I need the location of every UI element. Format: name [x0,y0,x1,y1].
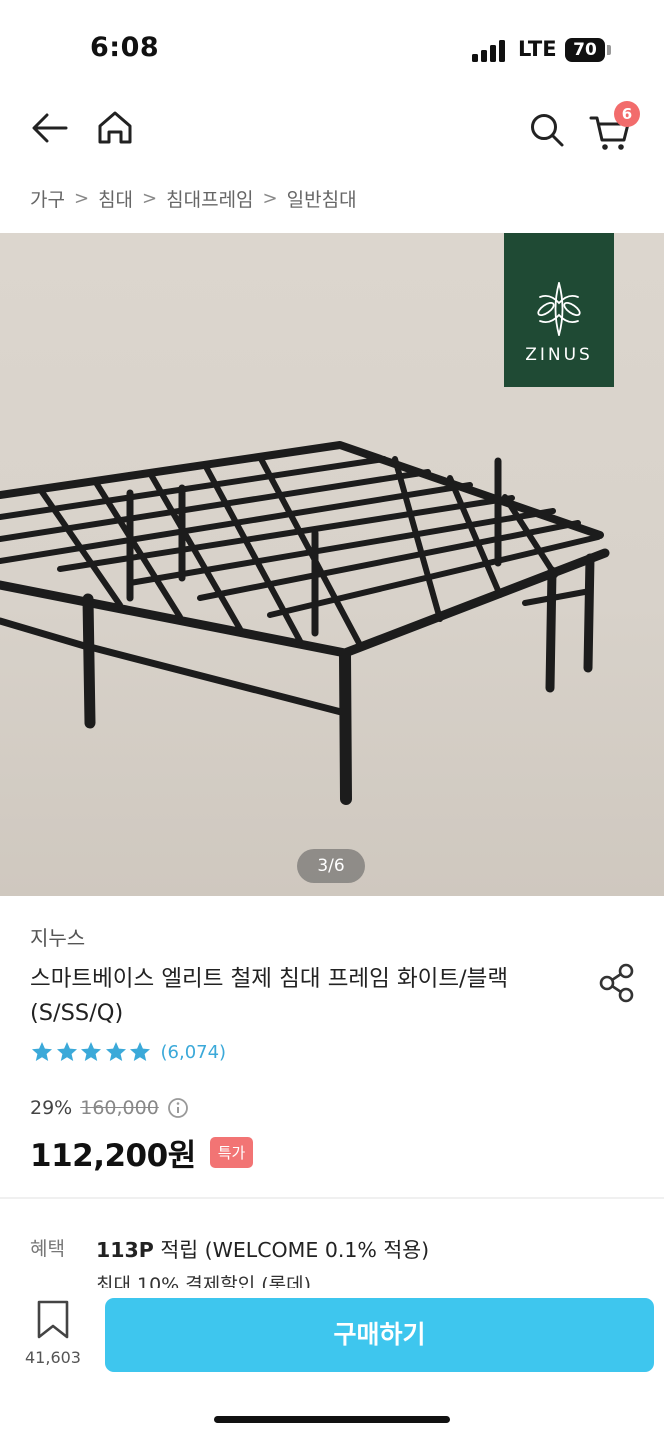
share-icon[interactable] [597,962,637,1004]
battery-tip [607,45,611,55]
star-icon [130,1042,150,1061]
home-icon[interactable] [95,108,135,148]
leaf-logo-icon [537,282,581,336]
star-icon [81,1042,101,1061]
rating-row[interactable]: (6,074) [30,1040,226,1064]
battery-icon: 70 [565,38,605,62]
info-icon[interactable] [167,1097,189,1119]
chevron-right-icon: > [142,188,158,209]
status-time: 6:08 [90,32,160,63]
home-indicator [214,1416,450,1423]
breadcrumb: 가구 > 침대 > 침대프레임 > 일반침대 [30,185,357,212]
signal-icon [472,40,508,62]
price-row: 112,200원 특가 [30,1130,254,1175]
brand-logo: ZINUS [504,233,614,387]
breadcrumb-item-furniture[interactable]: 가구 [30,185,65,212]
product-image-carousel[interactable]: ZINUS 3/6 [0,233,664,896]
card-discount-link[interactable]: 최대 10% 결제할인 (롯데) [96,1270,311,1288]
image-counter: 3/6 [297,849,365,883]
special-deal-badge: 특가 [209,1137,254,1168]
back-arrow-icon[interactable] [30,108,70,148]
discount-rate: 29% [30,1097,73,1119]
breadcrumb-item-bed[interactable]: 침대 [98,185,133,212]
bottom-action-bar: 41,603 구매하기 [0,1288,664,1440]
review-count[interactable]: (6,074) [161,1042,227,1063]
sale-price: 112,200원 [30,1138,196,1174]
section-divider [0,1197,664,1199]
breadcrumb-item-general-bed[interactable]: 일반침대 [287,185,357,212]
star-icon [32,1042,52,1061]
product-title: 스마트베이스 엘리트 철제 침대 프레임 화이트/블랙 (S/SS/Q) [30,966,509,1026]
brand-link[interactable]: 지누스 [30,922,85,951]
breadcrumb-item-bed-frame[interactable]: 침대프레임 [166,185,253,212]
buy-button[interactable]: 구매하기 [105,1298,654,1372]
status-bar: 6:08 LTE 70 [0,0,664,100]
star-icon [56,1042,77,1061]
rating-stars [30,1040,153,1064]
wishlist-count: 41,603 [25,1348,81,1367]
points-info: 113P 적립 (WELCOME 0.1% 적용) [96,1233,429,1263]
benefit-label: 혜택 [30,1238,65,1260]
cart-count-badge: 6 [614,101,640,127]
top-nav [0,100,664,160]
network-label: LTE [518,37,557,61]
chevron-right-icon: > [73,188,90,209]
star-icon [105,1042,126,1061]
points-text: 적립 (WELCOME 0.1% 적용) [153,1238,430,1262]
bookmark-icon[interactable] [34,1299,72,1341]
search-icon[interactable] [527,110,567,150]
chevron-right-icon: > [262,188,278,209]
points-amount: 113P [96,1238,154,1262]
discount-row: 29% 160,000 [30,1097,189,1119]
brand-logo-text: ZINUS [525,345,593,365]
original-price: 160,000 [80,1097,159,1119]
